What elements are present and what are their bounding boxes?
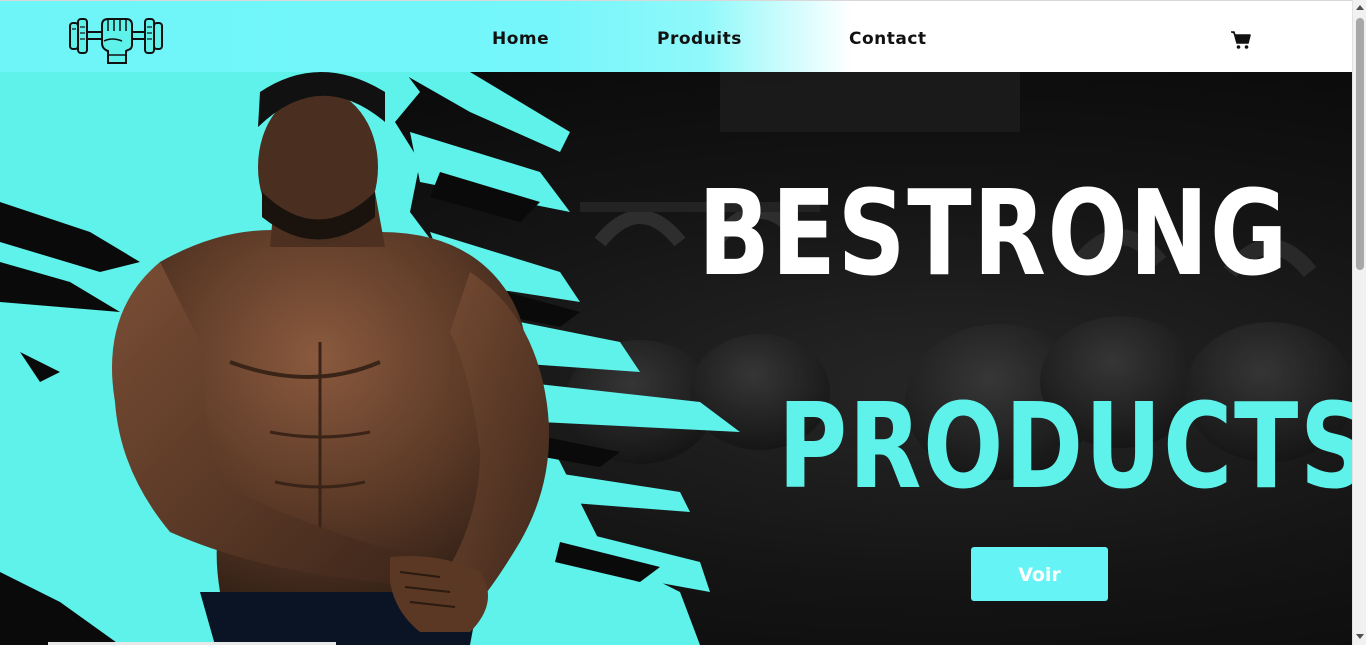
- nav-link-home[interactable]: Home: [492, 29, 549, 49]
- scroll-down-arrow-icon[interactable]: [1356, 634, 1364, 639]
- scrollbar-thumb[interactable]: [1356, 18, 1364, 270]
- hero-title-bestrong: BESTRONG: [698, 164, 1290, 302]
- hero-banner: BESTRONG PRODUCTS Voir: [0, 72, 1352, 645]
- muscular-man-gym-photo: [0, 72, 1352, 645]
- navbar: Home Produits Contact: [0, 0, 1352, 72]
- nav-link-produits[interactable]: Produits: [657, 29, 742, 49]
- fist-dumbbell-logo-icon[interactable]: [68, 15, 164, 65]
- voir-button[interactable]: Voir: [971, 547, 1108, 601]
- nav-link-contact[interactable]: Contact: [849, 29, 927, 49]
- scroll-up-arrow-icon[interactable]: [1356, 5, 1364, 10]
- hero-title-products: PRODUCTS: [778, 377, 1352, 515]
- shopping-cart-icon[interactable]: [1230, 30, 1252, 50]
- vertical-scrollbar[interactable]: [1352, 0, 1366, 645]
- page: Home Produits Contact BESTRONG PRODUCTS …: [0, 0, 1366, 645]
